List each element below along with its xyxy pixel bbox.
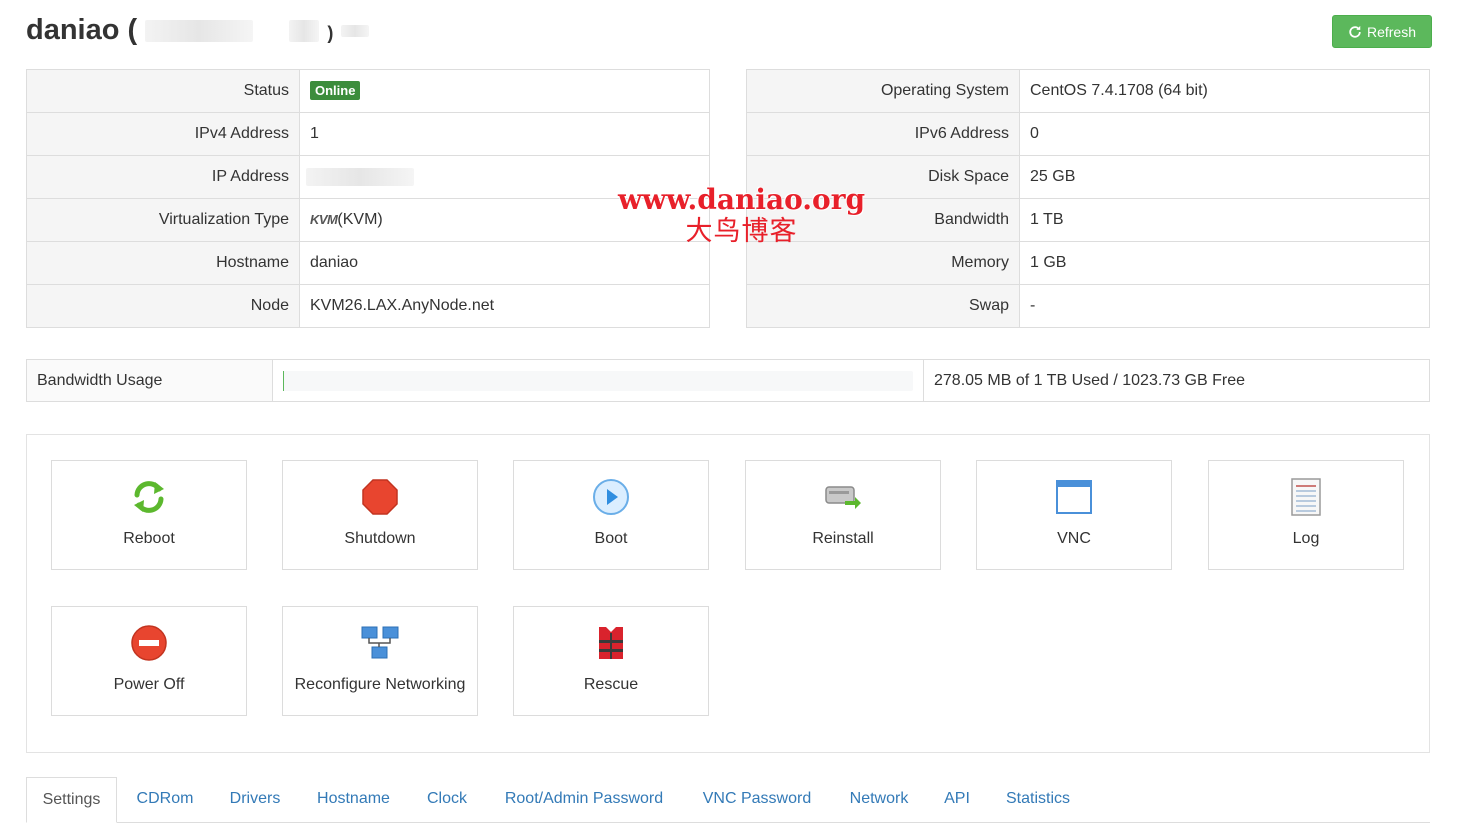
title-close-paren: ) [327, 23, 334, 43]
page-title: daniao ( ) [26, 14, 370, 47]
info-label: Memory [746, 241, 1020, 285]
log-icon [1291, 478, 1321, 516]
tab-api[interactable]: API [936, 777, 978, 823]
info-value: 25 GB [1019, 155, 1430, 199]
tab-vnc-password[interactable]: VNC Password [692, 777, 822, 823]
tab-root-admin-password[interactable]: Root/Admin Password [493, 777, 675, 823]
rescue-button[interactable]: Rescue [513, 606, 709, 716]
shutdown-icon [362, 479, 398, 515]
reconfigure-networking-button[interactable]: Reconfigure Networking [282, 606, 478, 716]
info-row-swap: Swap - [746, 284, 1430, 328]
info-label: Disk Space [746, 155, 1020, 199]
boot-icon [593, 479, 629, 515]
action-label: Boot [594, 530, 628, 547]
info-label: Hostname [26, 241, 300, 285]
bandwidth-usage-label: Bandwidth Usage [27, 360, 273, 401]
tab-statistics[interactable]: Statistics [996, 777, 1080, 823]
bandwidth-usage-text: 278.05 MB of 1 TB Used / 1023.73 GB Free [934, 371, 1245, 389]
redacted-ip-block-3 [341, 25, 370, 38]
kvm-logo: KVM [310, 212, 338, 227]
power-off-icon [131, 625, 167, 661]
action-label: Reinstall [812, 530, 874, 547]
virtualization-value: (KVM) [337, 211, 383, 228]
action-label: VNC [1057, 530, 1091, 547]
info-label: IPv4 Address [26, 112, 300, 156]
status-badge: Online [310, 81, 361, 100]
info-row-disk: Disk Space 25 GB [746, 155, 1430, 199]
info-row-virtualization: Virtualization Type KVM(KVM) [26, 198, 710, 242]
info-value: 1 [299, 112, 710, 156]
info-value: - [1019, 284, 1430, 328]
info-value: 1 TB [1019, 198, 1430, 242]
info-label: Virtualization Type [26, 198, 300, 242]
server-info-table-right: Operating System CentOS 7.4.1708 (64 bit… [746, 69, 1430, 328]
info-label: Operating System [746, 69, 1020, 113]
refresh-label: Refresh [1366, 23, 1417, 40]
info-row-memory: Memory 1 GB [746, 241, 1430, 285]
bandwidth-progress [273, 360, 924, 401]
info-value: daniao [299, 241, 710, 285]
info-row-hostname: Hostname daniao [26, 241, 710, 285]
action-label: Reboot [123, 530, 175, 547]
info-label: Node [26, 284, 300, 328]
refresh-icon [1349, 25, 1361, 38]
refresh-button[interactable]: Refresh [1332, 15, 1432, 48]
info-value: KVM(KVM) [299, 198, 710, 242]
action-label: Log [1292, 530, 1320, 547]
tab-hostname[interactable]: Hostname [306, 777, 401, 823]
info-row-ip-address: IP Address [26, 155, 710, 199]
tab-cdrom[interactable]: CDRom [124, 777, 206, 823]
info-value: KVM26.LAX.AnyNode.net [299, 284, 710, 328]
settings-tabs: Settings CDRom Drivers Hostname Clock Ro… [26, 777, 1430, 823]
info-label: Swap [746, 284, 1020, 328]
vnc-icon [1056, 480, 1092, 514]
reboot-icon [134, 481, 164, 513]
action-label: Reconfigure Networking [294, 676, 466, 693]
info-label: IP Address [26, 155, 300, 199]
redacted-ip-block [145, 20, 254, 43]
info-value: 1 GB [1019, 241, 1430, 285]
action-label: Shutdown [344, 530, 416, 547]
info-value [299, 155, 710, 199]
network-icon [361, 626, 399, 659]
tab-settings[interactable]: Settings [26, 777, 117, 823]
bandwidth-usage-row: Bandwidth Usage 278.05 MB of 1 TB Used /… [26, 359, 1430, 402]
tab-drivers[interactable]: Drivers [218, 777, 292, 823]
info-value: 0 [1019, 112, 1430, 156]
info-row-bandwidth: Bandwidth 1 TB [746, 198, 1430, 242]
info-row-node: Node KVM26.LAX.AnyNode.net [26, 284, 710, 328]
info-label: Status [26, 69, 300, 113]
info-row-os: Operating System CentOS 7.4.1708 (64 bit… [746, 69, 1430, 113]
info-row-ipv4: IPv4 Address 1 [26, 112, 710, 156]
shutdown-button[interactable]: Shutdown [282, 460, 478, 570]
tab-clock[interactable]: Clock [415, 777, 479, 823]
power-off-button[interactable]: Power Off [51, 606, 247, 716]
title-open-paren: ( [127, 14, 138, 46]
redacted-ip-value [306, 167, 414, 186]
action-label: Rescue [583, 676, 639, 693]
info-label: IPv6 Address [746, 112, 1020, 156]
redacted-ip-block-2 [289, 20, 320, 43]
action-panel: Reboot Shutdown Boot Reinstall VNC Log P… [26, 434, 1430, 753]
info-value: CentOS 7.4.1708 (64 bit) [1019, 69, 1430, 113]
tab-network[interactable]: Network [838, 777, 920, 823]
info-row-ipv6: IPv6 Address 0 [746, 112, 1430, 156]
action-label: Power Off [113, 676, 185, 693]
server-name: daniao [26, 14, 120, 46]
vnc-button[interactable]: VNC [976, 460, 1172, 570]
bandwidth-progress-track [283, 370, 913, 391]
info-value: Online [299, 69, 710, 113]
reboot-button[interactable]: Reboot [51, 460, 247, 570]
boot-button[interactable]: Boot [513, 460, 709, 570]
reinstall-icon [825, 486, 861, 509]
reinstall-button[interactable]: Reinstall [745, 460, 941, 570]
server-info-table-left: Status Online IPv4 Address 1 IP Address … [26, 69, 710, 328]
info-row-status: Status Online [26, 69, 710, 113]
log-button[interactable]: Log [1208, 460, 1404, 570]
info-label: Bandwidth [746, 198, 1020, 242]
rescue-icon [599, 627, 623, 659]
